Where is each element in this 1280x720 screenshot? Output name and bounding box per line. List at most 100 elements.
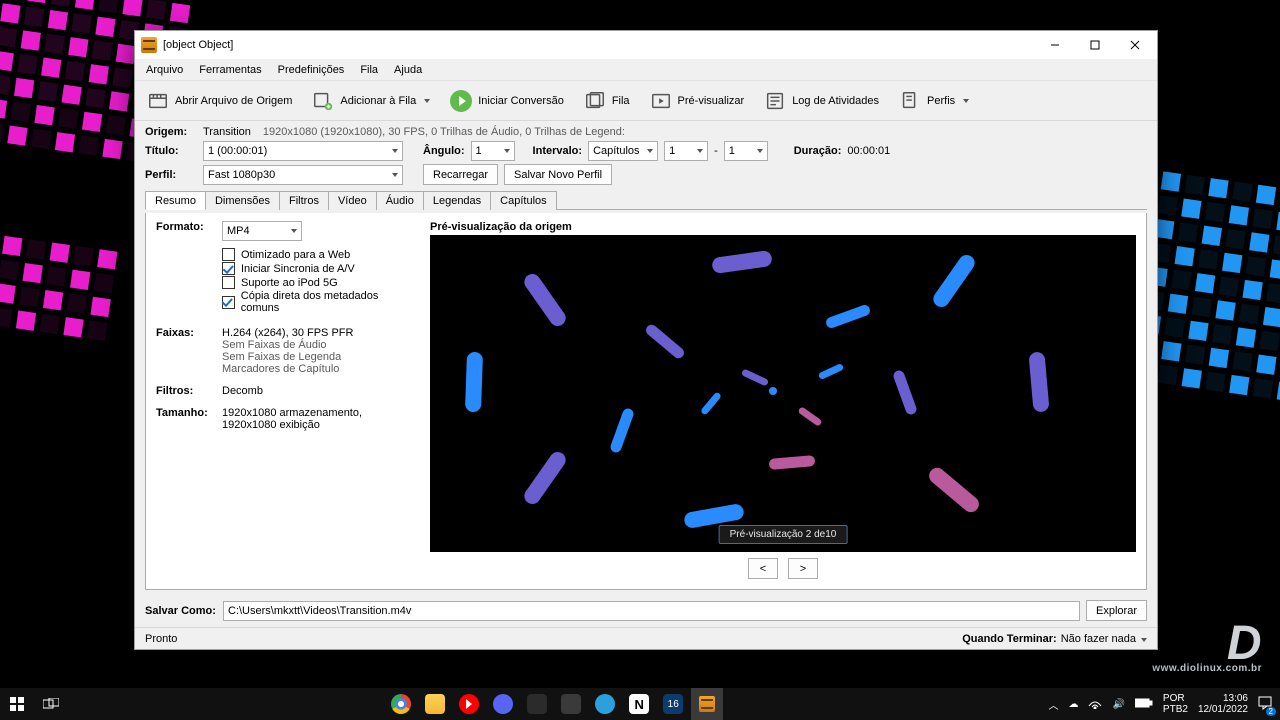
toolbar-label: Fila (612, 95, 630, 107)
menu-predefinicoes[interactable]: Predefinições (271, 62, 352, 78)
menu-fila[interactable]: Fila (353, 62, 385, 78)
checkbox-avsync[interactable] (222, 262, 235, 275)
chevron-down-icon (1141, 638, 1147, 642)
handbrake-window: [object Object] Arquivo Ferramentas Pred… (134, 30, 1158, 650)
range-dash: - (714, 145, 718, 157)
status-text: Pronto (145, 633, 177, 645)
range-from-select[interactable]: 1 (664, 141, 708, 161)
profiles-icon (899, 90, 921, 112)
taskbar-app-icon[interactable] (555, 688, 587, 720)
taskbar-notion-icon[interactable]: N (623, 688, 655, 720)
tab-legendas[interactable]: Legendas (423, 191, 491, 210)
checkbox-ipod[interactable] (222, 276, 235, 289)
tray-battery-icon[interactable] (1135, 698, 1153, 711)
start-button[interactable] (0, 688, 34, 720)
queue-add-icon (312, 90, 334, 112)
tab-capitulos[interactable]: Capítulos (490, 191, 556, 210)
browse-button[interactable]: Explorar (1086, 600, 1147, 621)
preview-next-button[interactable]: > (788, 558, 818, 579)
checkbox-web[interactable] (222, 248, 235, 261)
add-queue-button[interactable]: Adicionar à Fila (304, 86, 438, 116)
toolbar-label: Log de Atividades (792, 95, 879, 107)
range-label: Intervalo: (533, 145, 583, 157)
toolbar-label: Iniciar Conversão (478, 95, 564, 107)
reload-button[interactable]: Recarregar (423, 164, 498, 185)
source-info: 1920x1080 (1920x1080), 30 FPS, 0 Trilhas… (263, 126, 625, 138)
source-name: Transition (203, 126, 251, 138)
open-source-button[interactable]: Abrir Arquivo de Origem (139, 86, 300, 116)
start-button[interactable]: Iniciar Conversão (442, 86, 572, 116)
queue-icon (584, 90, 606, 112)
save-path-input[interactable] (223, 601, 1080, 621)
profile-select[interactable]: Fast 1080p30 (203, 165, 403, 185)
preview-title: Pré-visualização da origem (430, 221, 1136, 233)
menu-arquivo[interactable]: Arquivo (139, 62, 190, 78)
checkbox-label: Cópia direta dos metadados comuns (241, 290, 416, 314)
taskbar-discord-icon[interactable] (487, 688, 519, 720)
taskbar-chrome-icon[interactable] (385, 688, 417, 720)
queue-button[interactable]: Fila (576, 86, 638, 116)
taskbar-telegram-icon[interactable] (589, 688, 621, 720)
checkbox-label: Suporte ao iPod 5G (241, 277, 338, 289)
track-line: H.264 (x264), 30 FPS PFR (222, 327, 353, 339)
tab-video[interactable]: Vídeo (328, 191, 377, 210)
preview-prev-button[interactable]: < (748, 558, 778, 579)
titlebar[interactable]: [object Object] (135, 31, 1157, 59)
save-new-profile-button[interactable]: Salvar Novo Perfil (504, 164, 612, 185)
angle-select[interactable]: 1 (471, 141, 515, 161)
chevron-down-icon (963, 99, 969, 103)
watermark: D www.diolinux.com.br (1152, 625, 1262, 674)
track-line: Marcadores de Capítulo (222, 363, 353, 375)
chevron-down-icon (424, 99, 430, 103)
preview-button[interactable]: Pré-visualizar (642, 86, 753, 116)
toolbar: Abrir Arquivo de Origem Adicionar à Fila… (135, 81, 1157, 121)
tray-clock[interactable]: 13:0612/01/2022 (1198, 693, 1248, 715)
save-as-label: Salvar Como: (145, 605, 217, 617)
taskbar-explorer-icon[interactable] (419, 688, 451, 720)
film-icon (147, 90, 169, 112)
toolbar-label: Perfis (927, 95, 955, 107)
profiles-button[interactable]: Perfis (891, 86, 977, 116)
tray-chevron-icon[interactable]: ︿ (1048, 697, 1058, 712)
log-button[interactable]: Log de Atividades (756, 86, 887, 116)
tray-network-icon[interactable] (1088, 697, 1102, 712)
menu-ajuda[interactable]: Ajuda (387, 62, 429, 78)
menubar: Arquivo Ferramentas Predefinições Fila A… (135, 59, 1157, 81)
checkbox-label: Iniciar Sincronia de A/V (241, 263, 355, 275)
filters-label: Filtros: (156, 385, 216, 397)
toolbar-label: Abrir Arquivo de Origem (175, 95, 292, 107)
tab-filtros[interactable]: Filtros (279, 191, 329, 210)
track-line: Sem Faixas de Legenda (222, 351, 353, 363)
taskbar-handbrake-icon[interactable] (691, 688, 723, 720)
tray-language[interactable]: PORPTB2 (1163, 693, 1188, 715)
when-done-select[interactable]: Não fazer nada (1061, 633, 1147, 645)
tab-resumo[interactable]: Resumo (145, 191, 206, 210)
profile-label: Perfil: (145, 169, 197, 181)
format-select[interactable]: MP4 (222, 221, 302, 241)
toolbar-label: Adicionar à Fila (340, 95, 416, 107)
app-icon (141, 37, 157, 53)
checkbox-metadata[interactable] (222, 296, 235, 309)
task-view-button[interactable] (34, 688, 68, 720)
menu-ferramentas[interactable]: Ferramentas (192, 62, 268, 78)
play-icon (450, 90, 472, 112)
close-button[interactable] (1115, 31, 1155, 59)
minimize-button[interactable] (1035, 31, 1075, 59)
maximize-button[interactable] (1075, 31, 1115, 59)
taskbar-youtube-icon[interactable] (453, 688, 485, 720)
tray-onedrive-icon[interactable]: ☁ (1068, 699, 1078, 710)
filters-value: Decomb (222, 385, 263, 397)
taskbar-app-icon[interactable]: 16 (657, 688, 689, 720)
title-select[interactable]: 1 (00:00:01) (203, 141, 403, 161)
range-mode-select[interactable]: Capítulos (588, 141, 658, 161)
tray-notifications-icon[interactable]: 2 (1258, 696, 1272, 713)
taskbar-app-icon[interactable] (521, 688, 553, 720)
tab-audio[interactable]: Áudio (376, 191, 424, 210)
source-label: Origem: (145, 126, 197, 138)
preview-counter: Pré-visualização 2 de10 (719, 525, 848, 544)
track-line: Sem Faixas de Áudio (222, 339, 353, 351)
size-value: 1920x1080 armazenamento, 1920x1080 exibi… (222, 407, 416, 431)
range-to-select[interactable]: 1 (724, 141, 768, 161)
tray-volume-icon[interactable]: 🔊 (1112, 699, 1124, 710)
tab-dimensoes[interactable]: Dimensões (205, 191, 280, 210)
